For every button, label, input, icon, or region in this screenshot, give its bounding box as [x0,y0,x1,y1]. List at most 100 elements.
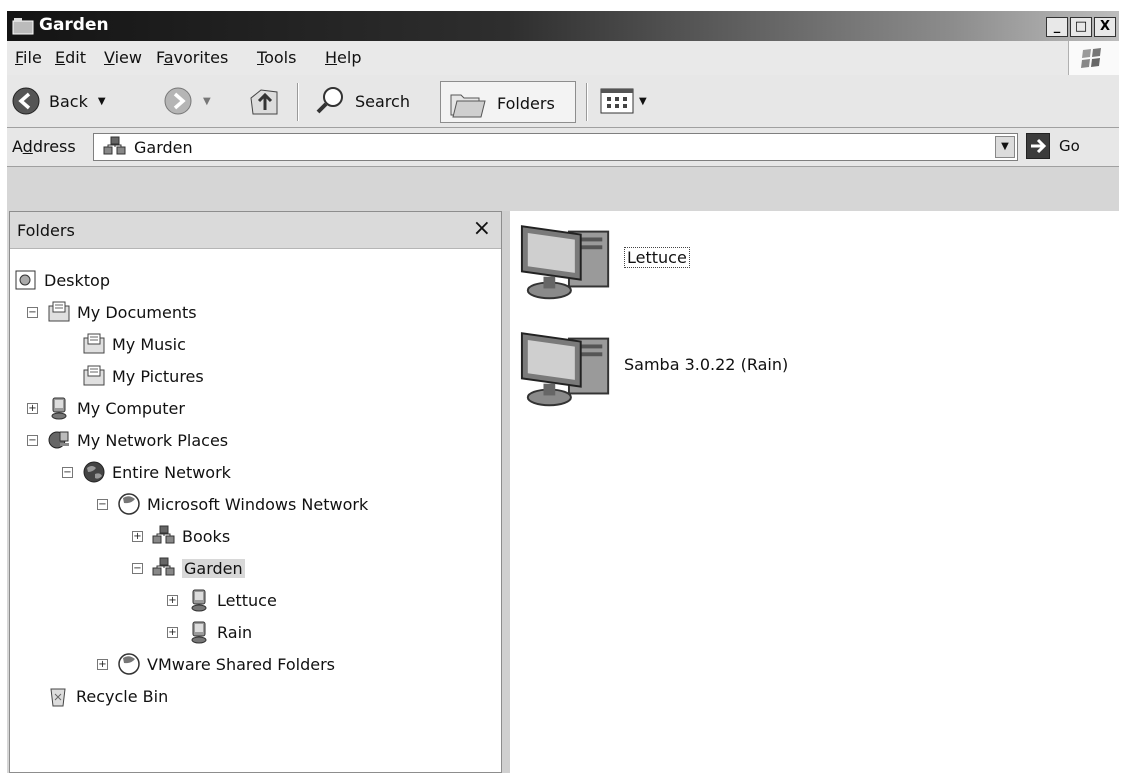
tree-item-my-documents[interactable]: − My Documents [27,298,197,326]
workgroup-icon [152,556,176,580]
tree-item-label: Microsoft Windows Network [147,494,369,514]
menu-view[interactable]: View [104,48,142,67]
windows-network-icon [117,492,141,516]
folders-pane-header: Folders × [10,212,501,249]
menu-bar: File Edit View Favorites Tools Help [7,41,1119,76]
forward-button[interactable]: ▼ [163,75,211,127]
tree-item-my-pictures[interactable]: My Pictures [82,362,204,390]
menu-edit[interactable]: Edit [55,48,86,67]
my-music-icon [82,332,106,356]
my-pictures-icon [82,364,106,388]
go-button[interactable] [1026,133,1050,159]
up-folder-icon [250,89,278,115]
search-icon [316,87,343,114]
pane-splitter[interactable] [502,211,510,773]
views-dropdown-icon[interactable]: ▼ [639,96,647,107]
tree-item-recycle-bin[interactable]: Recycle Bin [46,682,168,710]
expand-icon[interactable]: + [132,530,143,542]
my-documents-icon [47,300,71,324]
workgroup-icon [102,135,128,159]
toolbar-separator [297,83,299,121]
close-button[interactable]: X [1094,17,1116,37]
toolbar-separator [586,83,588,121]
maximize-button[interactable]: □ [1070,17,1092,37]
folder-icon [12,18,34,35]
expand-icon[interactable]: + [167,594,178,606]
collapse-icon[interactable]: − [27,434,38,446]
desktop-icon [14,268,38,292]
tree-item-label: Garden [182,558,245,578]
tree-item-vmware-shared-folders[interactable]: + VMware Shared Folders [97,650,335,678]
address-label: Address [12,137,76,156]
computer-icon [518,328,616,408]
computer-icon [518,221,616,301]
tree-item-lettuce[interactable]: + Lettuce [167,586,277,614]
back-dropdown-icon[interactable]: ▼ [98,96,106,107]
tree-item-label: My Computer [77,398,185,418]
folders-pane: Folders × Desktop − My Documents My Music My… [9,211,502,773]
window-title: Garden [39,15,109,35]
tree-item-my-network-places[interactable]: − My Network Places [27,426,228,454]
tree-item-my-computer[interactable]: + My Computer [27,394,185,422]
menu-file[interactable]: File [15,48,42,67]
forward-dropdown-icon[interactable]: ▼ [203,96,211,107]
tree-item-label: My Music [112,334,186,354]
tree-item-label: Rain [217,622,253,642]
title-bar[interactable]: Garden _ □ X [7,11,1119,41]
expand-icon[interactable]: + [27,402,38,414]
tree-item-label: My Pictures [112,366,204,386]
tree-item-books[interactable]: + Books [132,522,230,550]
tree-item-label: Recycle Bin [76,686,169,706]
up-folder-button[interactable] [247,75,281,127]
menu-help[interactable]: Help [325,48,361,67]
back-button[interactable]: Back ▼ [11,75,106,127]
windows-network-icon [117,652,141,676]
expand-icon[interactable]: + [167,626,178,638]
menu-favorites[interactable]: Favorites [156,48,228,67]
explorer-window: Garden _ □ X File Edit View Favorites To… [7,11,1119,773]
entire-network-icon [82,460,106,484]
tree-item-garden[interactable]: − Garden [132,554,245,582]
tree-item-label: Desktop [44,270,110,290]
tree-item-rain[interactable]: + Rain [167,618,252,646]
collapse-icon[interactable]: − [132,562,143,574]
tree-item-desktop[interactable]: Desktop [14,266,110,294]
back-arrow-icon [12,87,40,115]
views-icon [600,88,634,114]
tree-item-label: My Network Places [77,430,229,450]
address-input[interactable]: Garden ▼ [93,133,1018,161]
tree-item-microsoft-windows-network[interactable]: − Microsoft Windows Network [97,490,368,518]
tree-item-entire-network[interactable]: − Entire Network [62,458,231,486]
network-places-icon [47,428,71,452]
tree-item-my-music[interactable]: My Music [82,330,186,358]
go-label[interactable]: Go [1059,137,1080,155]
windows-logo-icon [1068,41,1119,75]
folders-button[interactable]: Folders [440,81,576,123]
content-view: Lettuce Samba 3.0.22 (Rain) [510,211,1119,773]
views-button[interactable]: ▼ [599,75,647,127]
close-pane-icon[interactable]: × [473,216,491,241]
content-item-lettuce[interactable]: Lettuce [518,221,690,301]
collapse-icon[interactable]: − [27,306,38,318]
address-bar: Address Garden ▼ Go [7,128,1119,167]
go-arrow-icon [1031,138,1047,154]
menu-tools[interactable]: Tools [257,48,296,67]
recycle-bin-icon [46,684,70,708]
computer-icon [187,588,211,612]
address-dropdown-button[interactable]: ▼ [995,136,1015,158]
search-button[interactable]: Search [313,75,410,127]
collapse-icon[interactable]: − [62,466,73,478]
tree-item-label: My Documents [77,302,197,322]
collapse-icon[interactable]: − [97,498,108,510]
tree-item-label: VMware Shared Folders [147,654,335,674]
content-item-samba-rain[interactable]: Samba 3.0.22 (Rain) [518,328,788,408]
folders-icon [450,94,486,118]
minimize-button[interactable]: _ [1046,17,1068,37]
computer-icon [187,620,211,644]
my-computer-icon [47,396,71,420]
expand-icon[interactable]: + [97,658,108,670]
toolbar: Back ▼ ▼ Search Folders ▼ [7,75,1119,128]
workgroup-icon [152,524,176,548]
tree-item-label: Books [182,526,231,546]
tree-item-label: Lettuce [217,590,277,610]
